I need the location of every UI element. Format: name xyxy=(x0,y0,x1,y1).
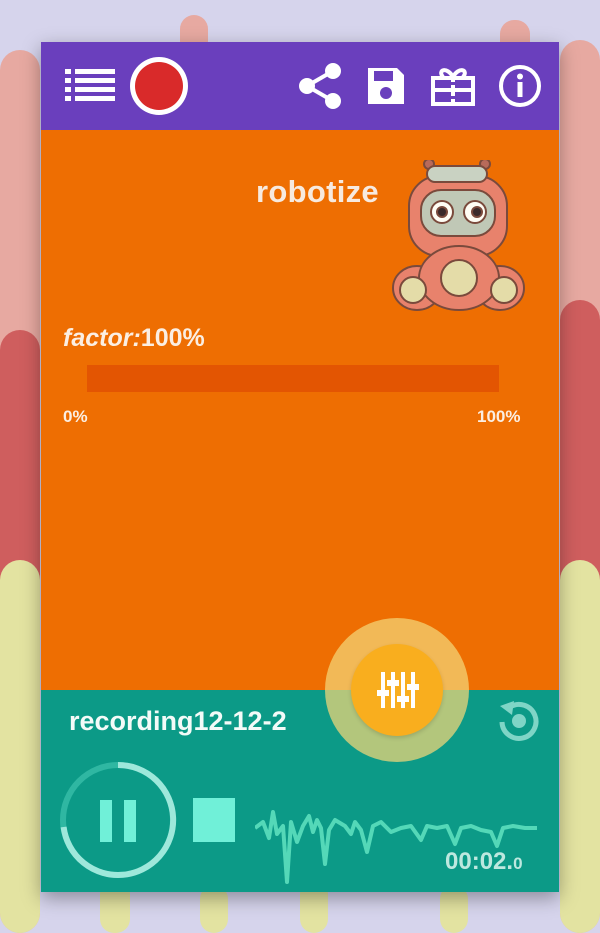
elapsed-time-fraction: 0 xyxy=(513,854,523,873)
equalizer-button[interactable] xyxy=(351,644,443,736)
equalizer-icon xyxy=(377,672,419,708)
top-toolbar xyxy=(41,42,559,130)
slider-fill xyxy=(87,365,499,392)
share-icon[interactable] xyxy=(297,42,343,130)
replay-icon[interactable] xyxy=(490,692,548,750)
list-icon[interactable] xyxy=(59,42,121,130)
elapsed-time-main: 00:02. xyxy=(445,848,514,875)
slider-min-label: 0% xyxy=(63,407,88,426)
app-window: robotize factor:100% 0% 100% recording12… xyxy=(41,42,559,892)
stop-button[interactable] xyxy=(193,798,235,842)
elapsed-time: 00:02.0 xyxy=(445,848,523,876)
robot-mascot-icon xyxy=(392,160,525,311)
info-icon[interactable] xyxy=(495,42,545,130)
recording-name: recording12-12-2 xyxy=(69,706,287,736)
factor-slider[interactable] xyxy=(87,365,499,392)
factor-name: factor: xyxy=(63,324,141,352)
save-icon[interactable] xyxy=(361,42,411,130)
factor-value: 100% xyxy=(140,324,205,352)
slider-max-label: 100% xyxy=(477,407,521,426)
gift-icon[interactable] xyxy=(427,42,479,130)
effect-title: robotize xyxy=(256,174,379,209)
record-icon[interactable] xyxy=(127,42,191,130)
factor-label: factor:100% xyxy=(63,324,205,353)
pause-button[interactable] xyxy=(58,760,178,880)
pause-icon xyxy=(100,800,136,842)
